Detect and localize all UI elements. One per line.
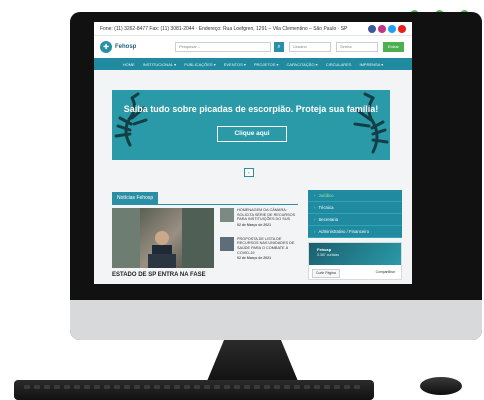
facebook-widget: Fehosp 3.387 curtidas Curtir Página Comp… <box>308 242 402 280</box>
nav-item-eventos[interactable]: Eventos ▾ <box>224 62 246 67</box>
sidebar-item-juridico[interactable]: › Jurídico <box>308 190 402 202</box>
monitor-chin <box>70 300 482 340</box>
news-list: HOMENAGEM DA CÂMARA: SOLICITA SÉRIE DE R… <box>220 208 300 270</box>
login-button[interactable]: Entrar <box>383 42 404 52</box>
news-thumbnail <box>220 208 234 222</box>
chevron-right-icon: › <box>314 217 316 222</box>
scorpion-illustration-left <box>114 92 148 147</box>
news-item-title: HOMENAGEM DA CÂMARA: SOLICITA SÉRIE DE R… <box>237 208 296 222</box>
fehosp-logo[interactable]: ✚ Fehosp <box>100 41 170 53</box>
search-button[interactable]: ⌕ <box>274 42 284 52</box>
news-item-title: PROPOSTA DE LISTA DE RECURSOS NAS UNIDAD… <box>237 236 295 255</box>
news-item[interactable]: HOMENAGEM DA CÂMARA: SOLICITA SÉRIE DE R… <box>220 208 300 227</box>
keyboard <box>14 380 374 400</box>
social-links <box>368 24 406 33</box>
facebook-share-link[interactable]: Compartilhar <box>373 269 398 276</box>
facebook-likes-count: 3.387 curtidas <box>317 253 339 257</box>
sidebar-item-tecnica[interactable]: › Técnica <box>308 202 402 214</box>
youtube-icon[interactable] <box>398 24 406 33</box>
facebook-page-name: Fehosp <box>317 247 332 252</box>
scorpion-illustration-right <box>353 92 389 154</box>
news-item-date: 02 de Março de 2021 <box>237 222 272 227</box>
instagram-icon[interactable] <box>378 24 386 33</box>
banner-cta-button[interactable]: Clique aqui <box>217 126 287 142</box>
nav-item-capacitacao[interactable]: Capacitação ▾ <box>286 62 317 67</box>
search-icon: ⌕ <box>277 43 281 50</box>
twitter-icon[interactable] <box>388 24 396 33</box>
contact-info: Fone: (11) 3262-8477 Fax: (11) 3081-2044… <box>100 25 348 32</box>
news-photo-illustration <box>112 208 214 268</box>
facebook-like-button[interactable]: Curtir Página <box>312 269 340 278</box>
carousel-pager-icon[interactable]: ▪ <box>244 168 254 177</box>
website-screen: Fone: (11) 3262-8477 Fax: (11) 3081-2044… <box>94 22 412 284</box>
news-headline[interactable]: ESTADO DE SP ENTRA NA FASE <box>112 272 242 278</box>
sidebar-item-administrativo[interactable]: › Administrativo / Financeiro <box>308 226 402 238</box>
hero-banner[interactable]: Saiba tudo sobre picadas de escorpião. P… <box>112 90 390 160</box>
sidebar-item-label: Administrativo / Financeiro <box>318 229 370 234</box>
nav-item-institucional[interactable]: Institucional ▾ <box>143 62 176 67</box>
username-field[interactable]: Usuário <box>289 42 331 52</box>
news-item[interactable]: PROPOSTA DE LISTA DE RECURSOS NAS UNIDAD… <box>220 236 300 261</box>
news-thumbnail <box>220 236 234 251</box>
sidebar-item-label: Secretaria <box>318 217 339 222</box>
logo-mark-icon: ✚ <box>100 41 112 53</box>
news-item-date: 02 de Março de 2021 <box>237 256 272 261</box>
nav-item-home[interactable]: Home <box>123 62 135 67</box>
sidebar-menu: › Jurídico › Técnica › Secretaria › Administ… <box>308 190 402 238</box>
mouse <box>420 377 462 395</box>
main-nav: Home Institucional ▾ Publicações ▾ Event… <box>94 58 412 70</box>
chevron-right-icon: › <box>314 229 316 234</box>
sidebar-item-label: Jurídico <box>318 193 334 198</box>
nav-item-imprensa[interactable]: Imprensa ▾ <box>359 62 383 67</box>
nav-item-circulares[interactable]: Circulares <box>326 62 352 67</box>
sidebar-item-label: Técnica <box>318 205 334 210</box>
nav-item-projetos[interactable]: Projetos ▾ <box>254 62 279 67</box>
facebook-icon[interactable] <box>368 24 376 33</box>
top-contact-bar: Fone: (11) 3262-8477 Fax: (11) 3081-2044… <box>94 22 412 36</box>
search-area: Pesquisar... ⌕ <box>175 42 284 52</box>
facebook-cover[interactable]: Fehosp 3.387 curtidas <box>309 243 401 265</box>
chevron-right-icon: › <box>314 193 316 198</box>
news-header: Notícias Fehosp <box>112 192 298 205</box>
news-tab[interactable]: Notícias Fehosp <box>112 192 159 204</box>
banner-title: Saiba tudo sobre picadas de escorpião. P… <box>123 104 379 114</box>
nav-item-publicacoes[interactable]: Publicações ▾ <box>184 62 216 67</box>
search-input[interactable]: Pesquisar... <box>175 42 271 52</box>
news-featured-photo[interactable] <box>112 208 214 268</box>
sidebar-item-secretaria[interactable]: › Secretaria <box>308 214 402 226</box>
chevron-right-icon: › <box>314 205 316 210</box>
password-field[interactable]: Senha <box>336 42 378 52</box>
site-header: ✚ Fehosp Pesquisar... ⌕ Usuário Senha En… <box>94 36 412 58</box>
logo-text: Fehosp <box>115 44 137 50</box>
